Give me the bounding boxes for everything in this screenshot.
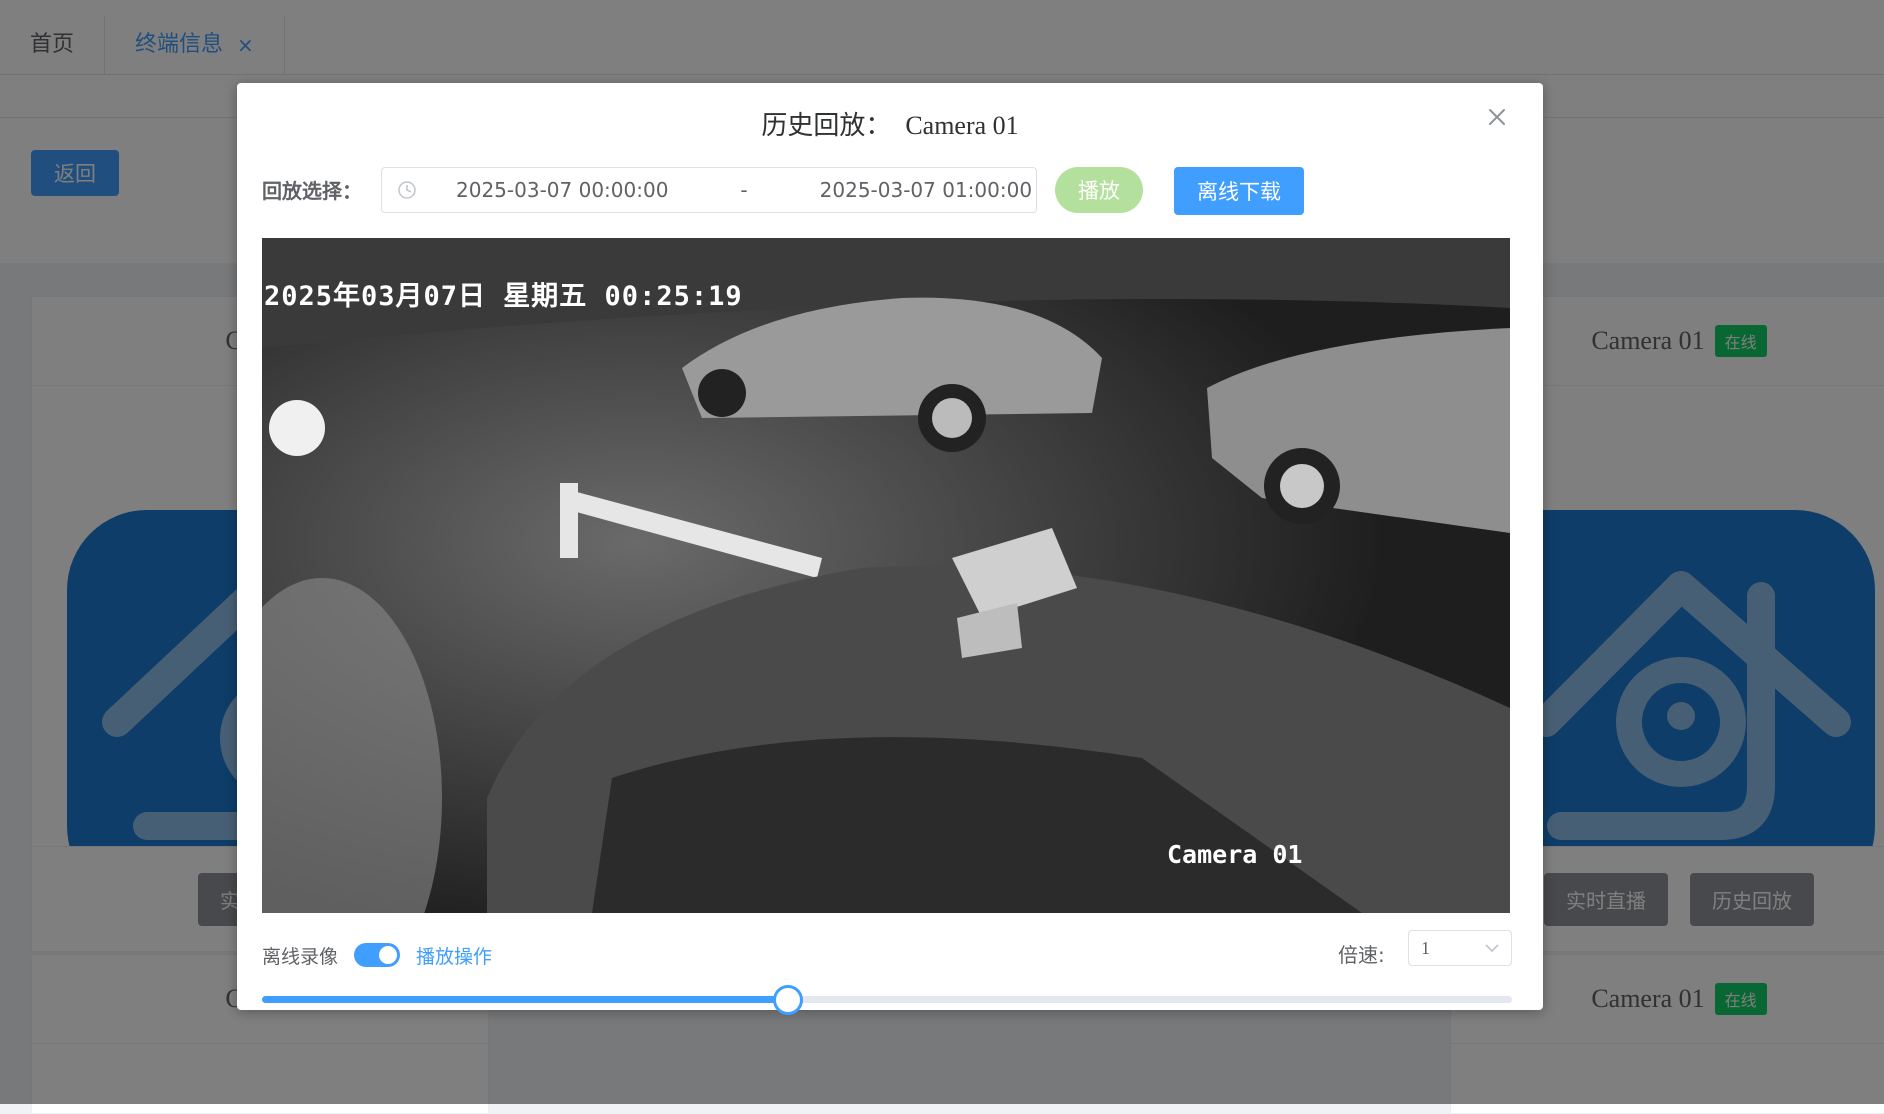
chevron-down-icon [1485, 944, 1499, 953]
history-playback-dialog: 历史回放： Camera 01 回放选择： 2025-03-07 00:00:00… [237, 83, 1543, 1015]
offline-recording-label: 离线录像 [262, 945, 339, 968]
playback-progress-slider[interactable] [262, 983, 1512, 1015]
dialog-camera-name: Camera 01 [905, 111, 1019, 140]
close-icon[interactable] [1481, 101, 1513, 133]
osd-timestamp: 2025年03月07日 星期五 00:25:19 [264, 281, 743, 312]
video-player[interactable]: 2025年03月07日 星期五 00:25:19 Camera 01 [262, 238, 1510, 913]
playback-operations-link[interactable]: 播放操作 [416, 942, 492, 969]
camera-footage [262, 238, 1510, 913]
range-label: 回放选择： [262, 179, 362, 203]
speed-select[interactable]: 1 [1408, 930, 1512, 966]
range-separator: - [740, 178, 748, 202]
end-time-input[interactable]: 2025-03-07 01:00:00 [820, 178, 1032, 202]
datetime-range-picker[interactable]: 2025-03-07 00:00:00 - 2025-03-07 01:00:0… [381, 167, 1037, 213]
speed-label: 倍速: [1338, 943, 1385, 967]
speed-value: 1 [1421, 937, 1430, 958]
osd-camera-name: Camera 01 [1167, 840, 1303, 869]
slider-thumb[interactable] [773, 985, 803, 1015]
offline-download-button[interactable]: 离线下载 [1174, 167, 1304, 215]
clock-icon [398, 181, 416, 199]
dialog-title: 历史回放： Camera 01 [761, 111, 1019, 141]
playback-controls: 离线录像 播放操作 [262, 935, 492, 975]
slider-fill [262, 996, 787, 1003]
toggle-knob [379, 946, 398, 964]
start-time-input[interactable]: 2025-03-07 00:00:00 [456, 178, 668, 202]
play-button[interactable]: 播放 [1055, 167, 1143, 213]
offline-recording-toggle[interactable] [354, 943, 401, 967]
